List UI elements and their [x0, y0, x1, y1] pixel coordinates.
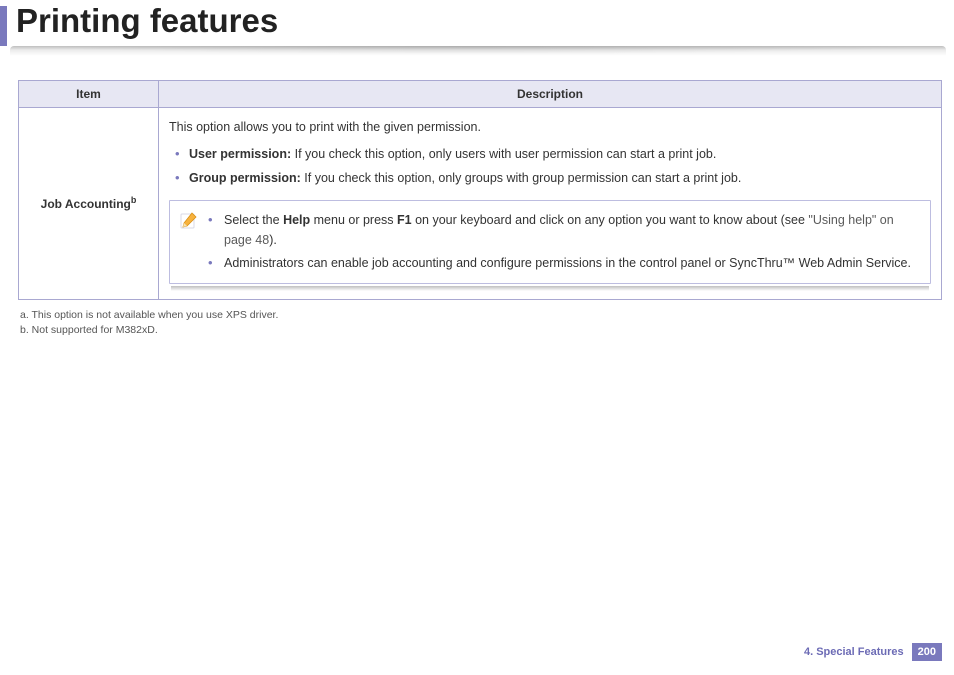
- bullet1-strong: User permission:: [189, 147, 291, 161]
- footnote-b: b. Not supported for M382xD.: [20, 323, 940, 338]
- col-header-description: Description: [159, 81, 942, 108]
- table-wrap: Item Description Job Accountingb This op…: [18, 80, 942, 300]
- note1-end: ).: [269, 233, 277, 247]
- note1-mid: menu or press: [310, 213, 397, 227]
- note1-f1: F1: [397, 213, 412, 227]
- col-header-item: Item: [19, 81, 159, 108]
- page-header: Printing features: [0, 0, 954, 54]
- note1-help: Help: [283, 213, 310, 227]
- list-item: Administrators can enable job accounting…: [208, 252, 920, 275]
- description-cell: This option allows you to print with the…: [159, 108, 942, 300]
- table-header-row: Item Description: [19, 81, 942, 108]
- note2-pre: Administrators can enable job accounting…: [224, 256, 729, 270]
- list-item: User permission: If you check this optio…: [175, 143, 931, 166]
- page-title: Printing features: [0, 0, 954, 46]
- list-item: Select the Help menu or press F1 on your…: [208, 209, 920, 252]
- note-icon: [178, 209, 200, 231]
- note-box: Select the Help menu or press F1 on your…: [169, 200, 931, 284]
- permission-list: User permission: If you check this optio…: [175, 143, 931, 190]
- list-item: Group permission: If you check this opti…: [175, 167, 931, 190]
- title-shadow-inset: [30, 46, 924, 54]
- bullet2-strong: Group permission:: [189, 171, 301, 185]
- item-cell: Job Accountingb: [19, 108, 159, 300]
- item-sup: b: [131, 195, 137, 205]
- chapter-label: 4. Special Features: [804, 646, 904, 658]
- note2-link: SyncThru™ Web Admin Service: [729, 256, 907, 270]
- table-row: Job Accountingb This option allows you t…: [19, 108, 942, 300]
- note1-post: on your keyboard and click on any option…: [412, 213, 809, 227]
- item-label: Job Accounting: [41, 197, 131, 211]
- note2-end: .: [907, 256, 910, 270]
- bullet2-rest: If you check this option, only groups wi…: [301, 171, 742, 185]
- footnotes: a. This option is not available when you…: [20, 308, 940, 337]
- page-number: 200: [912, 643, 942, 661]
- accent-bar: [0, 6, 7, 46]
- footnote-a: a. This option is not available when you…: [20, 308, 940, 323]
- note-list: Select the Help menu or press F1 on your…: [208, 209, 920, 275]
- note-shadow: [171, 286, 929, 291]
- bullet1-rest: If you check this option, only users wit…: [291, 147, 716, 161]
- intro-text: This option allows you to print with the…: [169, 118, 931, 137]
- features-table: Item Description Job Accountingb This op…: [18, 80, 942, 300]
- note1-pre: Select the: [224, 213, 283, 227]
- page-footer: 4. Special Features 200: [804, 643, 942, 661]
